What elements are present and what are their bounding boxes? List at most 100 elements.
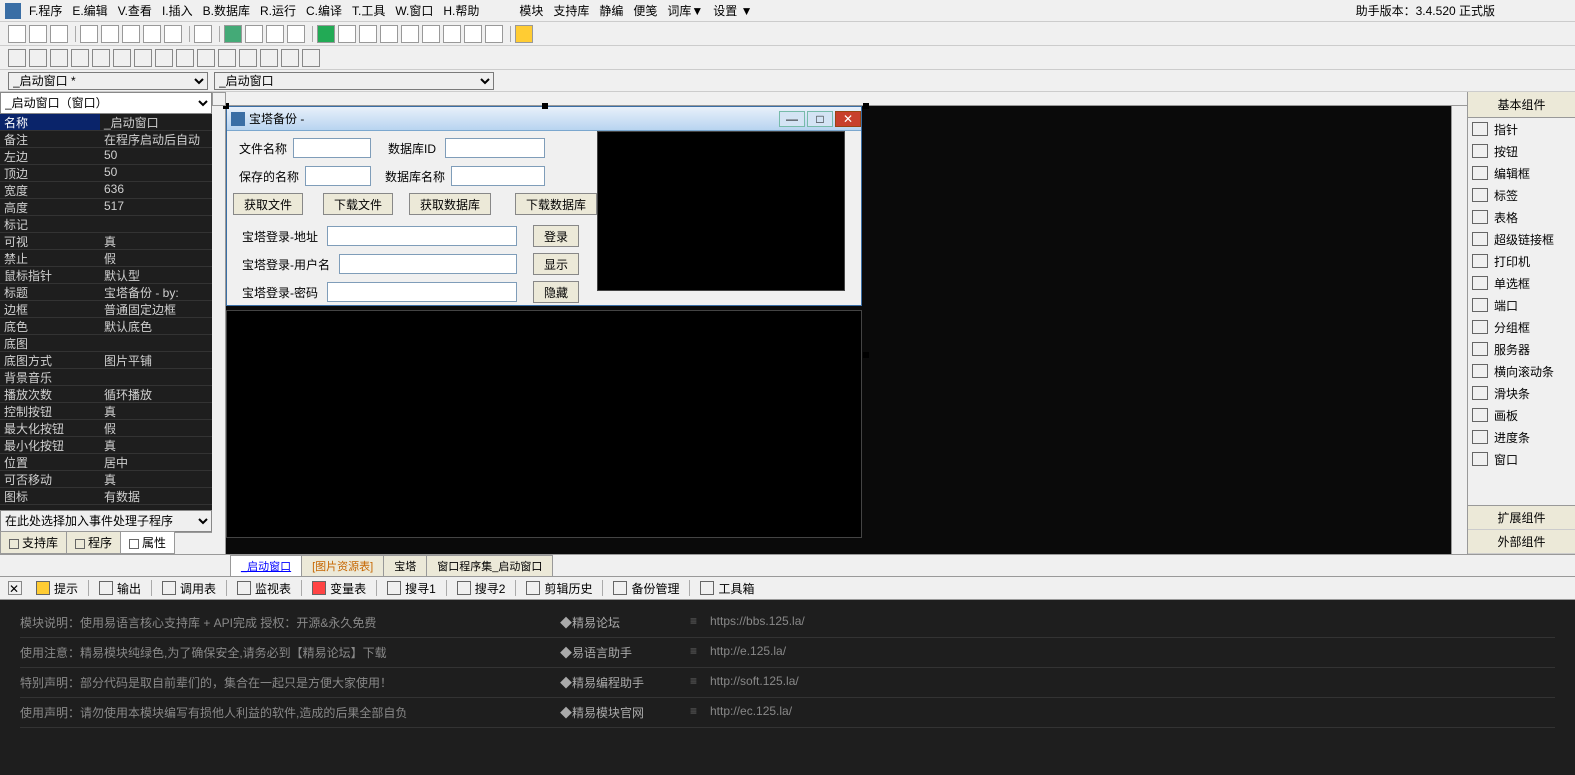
step-icon[interactable] — [359, 25, 377, 43]
grid-icon[interactable] — [8, 49, 26, 67]
doc-tab[interactable]: 宝塔 — [383, 555, 427, 576]
prop-value[interactable]: 假 — [100, 420, 212, 436]
component-item[interactable]: 滑块条 — [1468, 382, 1575, 404]
cut-icon[interactable] — [80, 25, 98, 43]
component-item[interactable]: 画板 — [1468, 404, 1575, 426]
menu-item[interactable]: V.查看 — [118, 2, 152, 19]
component-item[interactable]: 端口 — [1468, 294, 1575, 316]
prop-row[interactable]: 鼠标指针默认型 — [0, 267, 212, 284]
prop-row[interactable]: 底图方式图片平铺 — [0, 352, 212, 369]
palette-tab-external[interactable]: 外部组件 — [1468, 530, 1575, 554]
tab-vars[interactable]: 变量表 — [304, 577, 374, 599]
menu-item[interactable]: 模块 — [519, 2, 543, 19]
prop-row[interactable]: 底图 — [0, 335, 212, 352]
prop-value[interactable]: 真 — [100, 233, 212, 249]
align-center-icon[interactable] — [50, 49, 68, 67]
find-icon[interactable] — [194, 25, 212, 43]
prop-row[interactable]: 顶边50 — [0, 165, 212, 182]
step-over-icon[interactable] — [380, 25, 398, 43]
dist-h-icon[interactable] — [155, 49, 173, 67]
resize-handle[interactable] — [863, 352, 869, 358]
input-login-addr[interactable] — [327, 226, 517, 246]
prop-row[interactable]: 名称_启动窗口 — [0, 114, 212, 131]
align-bottom-icon[interactable] — [134, 49, 152, 67]
design-window[interactable]: 宝塔备份 - — □ ✕ 文件名称 数据库ID 保存的名称 数据库名称 — [226, 106, 862, 306]
input-login-pass[interactable] — [327, 282, 517, 302]
doc-tab[interactable]: 窗口程序集_启动窗口 — [426, 555, 553, 576]
canvas-scrollbar-v[interactable] — [1451, 106, 1467, 554]
prop-row[interactable]: 高度517 — [0, 199, 212, 216]
tab-output[interactable]: 输出 — [91, 577, 149, 599]
prop-row[interactable]: 边框普通固定边框 — [0, 301, 212, 318]
layout2-icon[interactable] — [245, 25, 263, 43]
menu-item[interactable]: 设置 ▼ — [713, 2, 752, 19]
btn-download-db[interactable]: 下载数据库 — [515, 193, 597, 215]
prop-value[interactable]: 517 — [100, 199, 212, 215]
component-item[interactable]: 指针 — [1468, 118, 1575, 140]
menu-item[interactable]: 便笺 — [633, 2, 657, 19]
tab-toolbox[interactable]: 工具箱 — [692, 577, 762, 599]
prop-row[interactable]: 最小化按钮真 — [0, 437, 212, 454]
prop-value[interactable]: 假 — [100, 250, 212, 266]
maximize-button[interactable]: □ — [807, 111, 833, 127]
prop-value[interactable]: _启动窗口 — [100, 114, 212, 130]
prop-row[interactable]: 图标有数据 — [0, 488, 212, 505]
menu-item[interactable]: 支持库 — [553, 2, 589, 19]
prop-object-select[interactable]: _启动窗口（窗口） — [1, 93, 211, 113]
tab-clip[interactable]: 剪辑历史 — [518, 577, 600, 599]
btn-get-file[interactable]: 获取文件 — [233, 193, 303, 215]
open-icon[interactable] — [29, 25, 47, 43]
center-h-icon[interactable] — [260, 49, 278, 67]
component-item[interactable]: 超级链接框 — [1468, 228, 1575, 250]
same-h-icon[interactable] — [218, 49, 236, 67]
prop-value[interactable]: 在程序启动后自动 — [100, 131, 212, 147]
hand-icon[interactable] — [485, 25, 503, 43]
btn-login[interactable]: 登录 — [533, 225, 579, 247]
input-dbid[interactable] — [445, 138, 545, 158]
prop-row[interactable]: 禁止假 — [0, 250, 212, 267]
same-w-icon[interactable] — [197, 49, 215, 67]
btn-get-db[interactable]: 获取数据库 — [409, 193, 491, 215]
prop-row[interactable]: 标题宝塔备份 - by: — [0, 284, 212, 301]
paste-icon[interactable] — [122, 25, 140, 43]
layout3-icon[interactable] — [266, 25, 284, 43]
btn-hide[interactable]: 隐藏 — [533, 281, 579, 303]
close-button[interactable]: ✕ — [835, 111, 861, 127]
tab-tips[interactable]: 提示 — [28, 577, 86, 599]
prop-value[interactable] — [100, 216, 212, 232]
debug1-icon[interactable] — [443, 25, 461, 43]
align-left-icon[interactable] — [29, 49, 47, 67]
event-select[interactable]: 在此处选择加入事件处理子程序 — [1, 511, 211, 531]
tab-search1[interactable]: 搜寻1 — [379, 577, 444, 599]
input-login-user[interactable] — [339, 254, 517, 274]
menu-item[interactable]: F.程序 — [29, 2, 62, 19]
prop-value[interactable]: 普通固定边框 — [100, 301, 212, 317]
prop-row[interactable]: 位置居中 — [0, 454, 212, 471]
palette-tab-ext[interactable]: 扩展组件 — [1468, 506, 1575, 530]
menu-item[interactable]: H.帮助 — [443, 2, 479, 19]
menu-item[interactable]: B.数据库 — [203, 2, 250, 19]
window-titlebar[interactable]: 宝塔备份 - — □ ✕ — [227, 107, 861, 131]
align-right-icon[interactable] — [71, 49, 89, 67]
component-item[interactable]: 窗口 — [1468, 448, 1575, 470]
prop-row[interactable]: 备注在程序启动后自动 — [0, 131, 212, 148]
prop-value[interactable]: 真 — [100, 403, 212, 419]
prop-row[interactable]: 最大化按钮假 — [0, 420, 212, 437]
btn-show[interactable]: 显示 — [533, 253, 579, 275]
component-item[interactable]: 表格 — [1468, 206, 1575, 228]
tab-watch[interactable]: 监视表 — [229, 577, 299, 599]
component-select[interactable]: _启动窗口 — [214, 72, 494, 90]
prop-row[interactable]: 播放次数循环播放 — [0, 386, 212, 403]
save-icon[interactable] — [50, 25, 68, 43]
component-item[interactable]: 编辑框 — [1468, 162, 1575, 184]
center-v-icon[interactable] — [281, 49, 299, 67]
layout1-icon[interactable] — [224, 25, 242, 43]
dist-v-icon[interactable] — [176, 49, 194, 67]
resize-handle[interactable] — [542, 103, 548, 109]
prop-row[interactable]: 宽度636 — [0, 182, 212, 199]
menu-item[interactable]: C.编译 — [306, 2, 342, 19]
input-dbname[interactable] — [451, 166, 545, 186]
menu-item[interactable]: E.编辑 — [72, 2, 107, 19]
menu-item[interactable]: 词库▼ — [667, 2, 703, 19]
component-item[interactable]: 单选框 — [1468, 272, 1575, 294]
